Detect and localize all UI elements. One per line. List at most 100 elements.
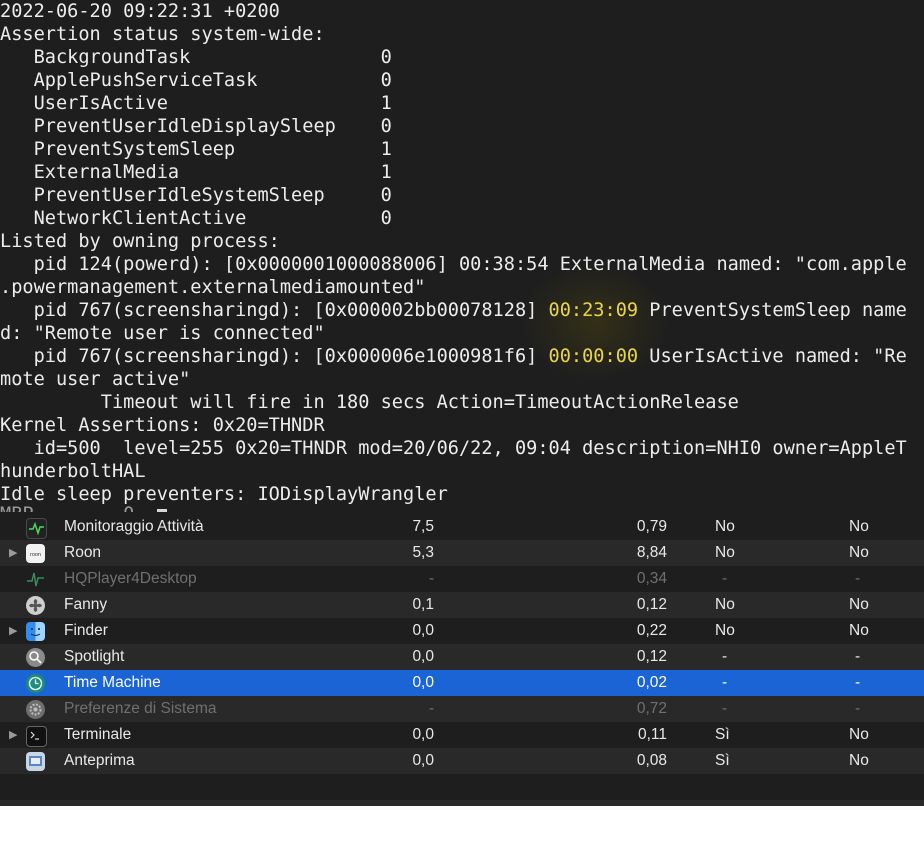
- preventing-sleep: -: [855, 648, 861, 665]
- avg-energy-impact: 0,72: [636, 700, 667, 717]
- table-row[interactable]: Preferenze di Sistema - 0,72 - -: [0, 696, 924, 722]
- process-name: Terminale: [64, 726, 132, 743]
- terminal-line: d: "Remote user is connected": [0, 323, 325, 344]
- energy-impact: 0,0: [412, 726, 434, 743]
- preventing-sleep: No: [849, 622, 869, 639]
- terminal-icon: [26, 726, 47, 747]
- table-row[interactable]: ▶ Finder 0,0 0,22 No No: [0, 618, 924, 644]
- spotlight-icon: [26, 648, 45, 667]
- avg-energy-impact: 0,34: [636, 570, 667, 587]
- terminal-line: UserIsActive 1: [0, 93, 392, 114]
- energy-impact: 0,0: [412, 752, 434, 769]
- avg-energy-impact: 0,02: [636, 674, 667, 691]
- app-nap: No: [715, 544, 735, 561]
- energy-impact: -: [428, 700, 434, 717]
- energy-impact: 0,0: [412, 622, 434, 639]
- table-row[interactable]: Anteprima 0,0 0,08 Sì No: [0, 748, 924, 774]
- terminal-line: PreventUserIdleSystemSleep 0: [0, 185, 392, 206]
- process-name: Anteprima: [64, 752, 135, 769]
- terminal-line: pid 767(screensharingd): [0x000002bb0007…: [0, 299, 907, 322]
- energy-process-table[interactable]: Monitoraggio Attività 7,5 0,79 No No ▶ r…: [0, 512, 924, 800]
- avg-energy-impact: 0,12: [636, 648, 667, 665]
- app-nap: -: [722, 700, 728, 717]
- preventing-sleep: No: [849, 544, 869, 561]
- preventing-sleep: No: [849, 752, 869, 769]
- preventing-sleep: No: [849, 596, 869, 613]
- table-row[interactable]: ▶ roon Roon 5,3 8,84 No No: [0, 540, 924, 566]
- terminal-line: .powermanagement.externalmediamounted": [0, 277, 426, 298]
- terminal-line: ExternalMedia 1: [0, 162, 392, 183]
- process-name: Fanny: [64, 596, 108, 613]
- process-name: Roon: [64, 544, 102, 561]
- terminal-window[interactable]: 2022-06-20 09:22:31 +0200 Assertion stat…: [0, 0, 924, 512]
- avg-energy-impact: 8,84: [636, 544, 667, 561]
- fanny-icon: [26, 596, 45, 615]
- avg-energy-impact: 0,11: [637, 726, 667, 743]
- svg-text:roon: roon: [30, 552, 41, 558]
- process-name: Monitoraggio Attività: [64, 518, 204, 535]
- roon-icon: roon: [26, 544, 45, 563]
- terminal-line: NetworkClientActive 0: [0, 208, 392, 229]
- app-nap: -: [722, 570, 728, 587]
- process-name: Finder: [64, 622, 108, 639]
- disclosure-triangle-icon[interactable]: ▶: [9, 618, 17, 644]
- terminal-line: pid 124(powerd): [0x0000001000088006] 00…: [0, 254, 907, 275]
- app-nap: No: [715, 596, 735, 613]
- app-nap: Sì: [715, 752, 730, 769]
- preventing-sleep: No: [849, 726, 869, 743]
- energy-impact: 0,0: [412, 648, 434, 665]
- terminal-line-prefix: pid 767(screensharingd): [0x000006e10009…: [0, 346, 549, 367]
- avg-energy-impact: 0,08: [636, 752, 667, 769]
- table-row[interactable]: Monitoraggio Attività 7,5 0,79 No No: [0, 514, 924, 540]
- avg-energy-impact: 0,79: [636, 518, 667, 535]
- terminal-line-prefix: pid 767(screensharingd): [0x000002bb0007…: [0, 300, 549, 321]
- terminal-line: Assertion status system-wide:: [0, 24, 325, 45]
- terminal-line: Listed by owning process:: [0, 231, 280, 252]
- terminal-line: Kernel Assertions: 0x20=THNDR: [0, 415, 325, 436]
- prompt-text: MBP-- - -- 0 ~: [0, 504, 157, 512]
- terminal-line: pid 767(screensharingd): [0x000006e10009…: [0, 345, 907, 368]
- app-nap: No: [715, 518, 735, 535]
- disclosure-triangle-icon[interactable]: ▶: [9, 540, 17, 566]
- terminal-line: ApplePushServiceTask 0: [0, 70, 392, 91]
- table-row[interactable]: Spotlight 0,0 0,12 - -: [0, 644, 924, 670]
- table-row[interactable]: Fanny 0,1 0,12 No No: [0, 592, 924, 618]
- window-bottom-edge: [0, 800, 924, 806]
- terminal-line: hunderboltHAL: [0, 461, 146, 482]
- avg-energy-impact: 0,12: [636, 596, 667, 613]
- terminal-line-suffix: UserIsActive named: "Re: [638, 346, 907, 367]
- app-nap: -: [722, 648, 728, 665]
- preview-icon: [26, 752, 45, 771]
- energy-impact: 0,0: [412, 674, 434, 691]
- terminal-line: BackgroundTask 0: [0, 47, 392, 68]
- table-row[interactable]: ▶ Terminale 0,0 0,11 Sì No: [0, 722, 924, 748]
- terminal-line: 2022-06-20 09:22:31 +0200: [0, 1, 280, 22]
- activity-monitor-icon: [26, 518, 47, 539]
- process-name: Time Machine: [64, 674, 161, 691]
- terminal-line: mote user active": [0, 369, 191, 390]
- highlighted-duration: 00:00:00: [548, 346, 639, 367]
- preventing-sleep: -: [855, 700, 861, 717]
- process-name: Spotlight: [64, 648, 125, 665]
- disclosure-triangle-icon[interactable]: ▶: [9, 722, 17, 748]
- time-machine-icon: [26, 674, 45, 693]
- table-row[interactable]: HQPlayer4Desktop - 0,34 - -: [0, 566, 924, 592]
- energy-impact: -: [428, 570, 434, 587]
- process-name: Preferenze di Sistema: [64, 700, 217, 717]
- app-nap: -: [722, 674, 728, 691]
- hqplayer-icon: [26, 570, 45, 589]
- finder-icon: [26, 622, 45, 641]
- preventing-sleep: No: [849, 518, 869, 535]
- table-row-selected[interactable]: Time Machine 0,0 0,02 - -: [0, 670, 924, 696]
- terminal-line: id=500 level=255 0x20=THNDR mod=20/06/22…: [0, 438, 907, 459]
- preventing-sleep: -: [855, 570, 861, 587]
- terminal-line: Timeout will fire in 180 secs Action=Tim…: [0, 392, 739, 413]
- process-name: HQPlayer4Desktop: [64, 570, 197, 587]
- terminal-line: PreventSystemSleep 1: [0, 139, 392, 160]
- energy-impact: 5,3: [412, 544, 434, 561]
- energy-impact: 0,1: [412, 596, 434, 613]
- terminal-prompt[interactable]: MBP-- - -- 0 ~: [0, 503, 167, 512]
- terminal-line: PreventUserIdleDisplaySleep 0: [0, 116, 392, 137]
- avg-energy-impact: 0,22: [636, 622, 667, 639]
- highlighted-duration: 00:23:09: [548, 300, 639, 321]
